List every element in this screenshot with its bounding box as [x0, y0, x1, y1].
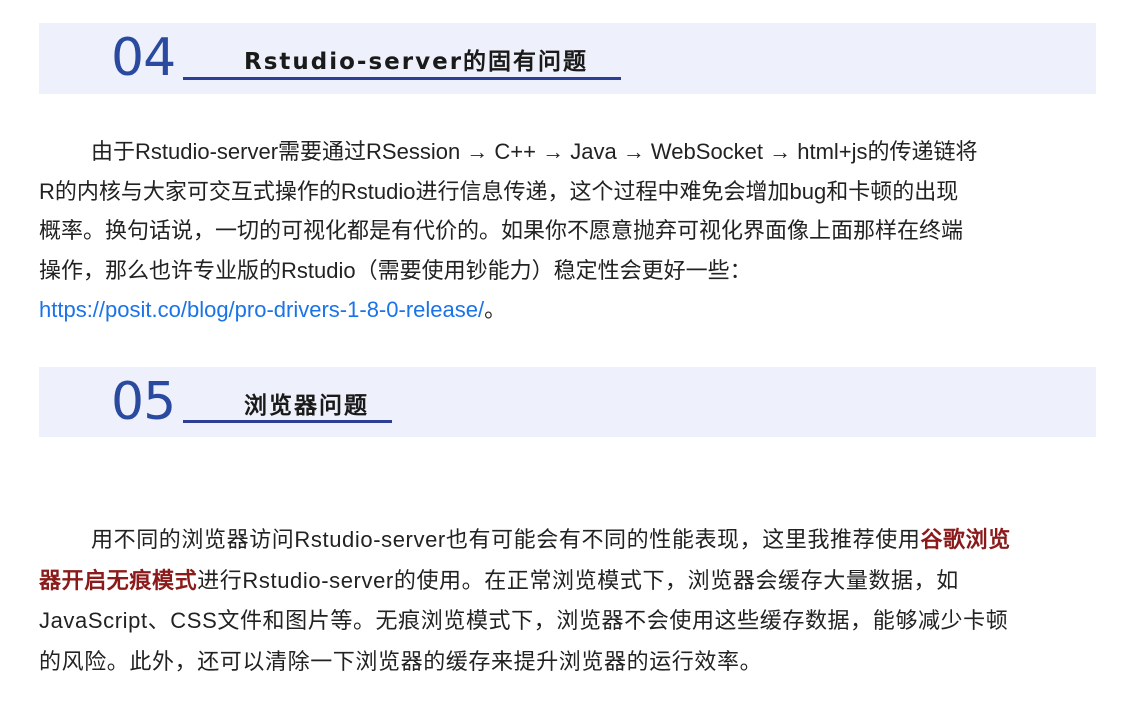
- section-number: 05: [111, 372, 176, 432]
- highlight-text: 谷歌浏览: [920, 527, 1011, 552]
- title-underline: [183, 420, 392, 423]
- section-title: Rstudio-server的固有问题: [244, 49, 589, 75]
- section-header-04: 04 Rstudio-server的固有问题: [39, 23, 1096, 94]
- paragraph-line: R的内核与大家可交互式操作的Rstudio进行信息传递，这个过程中难免会增加bu…: [39, 178, 959, 204]
- paragraph-line: 用不同的浏览器访问Rstudio-server也有可能会有不同的性能表现，这里我…: [91, 527, 1011, 552]
- highlight-text: 器开启无痕模式: [39, 567, 198, 593]
- release-link[interactable]: https://posit.co/blog/pro-drivers-1-8-0-…: [39, 297, 484, 322]
- title-underline: [183, 77, 621, 80]
- paragraph-line: 由于Rstudio-server需要通过RSession → C++ → Jav…: [91, 139, 978, 164]
- paragraph-line: 操作，那么也许专业版的Rstudio（需要使用钞能力）稳定性会更好一些：: [39, 257, 752, 283]
- section-number: 04: [111, 28, 176, 88]
- paragraph-line: 的风险。此外，还可以清除一下浏览器的缓存来提升浏览器的运行效率。: [39, 648, 763, 674]
- section-header-05: 05 浏览器问题: [39, 367, 1096, 437]
- link-suffix: 。: [484, 297, 507, 322]
- paragraph-05: 用不同的浏览器访问Rstudio-server也有可能会有不同的性能表现，这里我…: [39, 520, 1099, 682]
- paragraph-line: JavaScript、CSS文件和图片等。无痕浏览模式下，浏览器不会使用这些缓存…: [39, 608, 1009, 633]
- paragraph-line: 概率。换句话说，一切的可视化都是有代价的。如果你不愿意抛弃可视化界面像上面那样在…: [39, 218, 964, 243]
- paragraph-04: 由于Rstudio-server需要通过RSession → C++ → Jav…: [39, 132, 1099, 330]
- section-title: 浏览器问题: [244, 393, 369, 419]
- paragraph-line: 器开启无痕模式进行Rstudio-server的使用。在正常浏览模式下，浏览器会…: [39, 567, 959, 593]
- paragraph-line: https://posit.co/blog/pro-drivers-1-8-0-…: [39, 290, 1099, 330]
